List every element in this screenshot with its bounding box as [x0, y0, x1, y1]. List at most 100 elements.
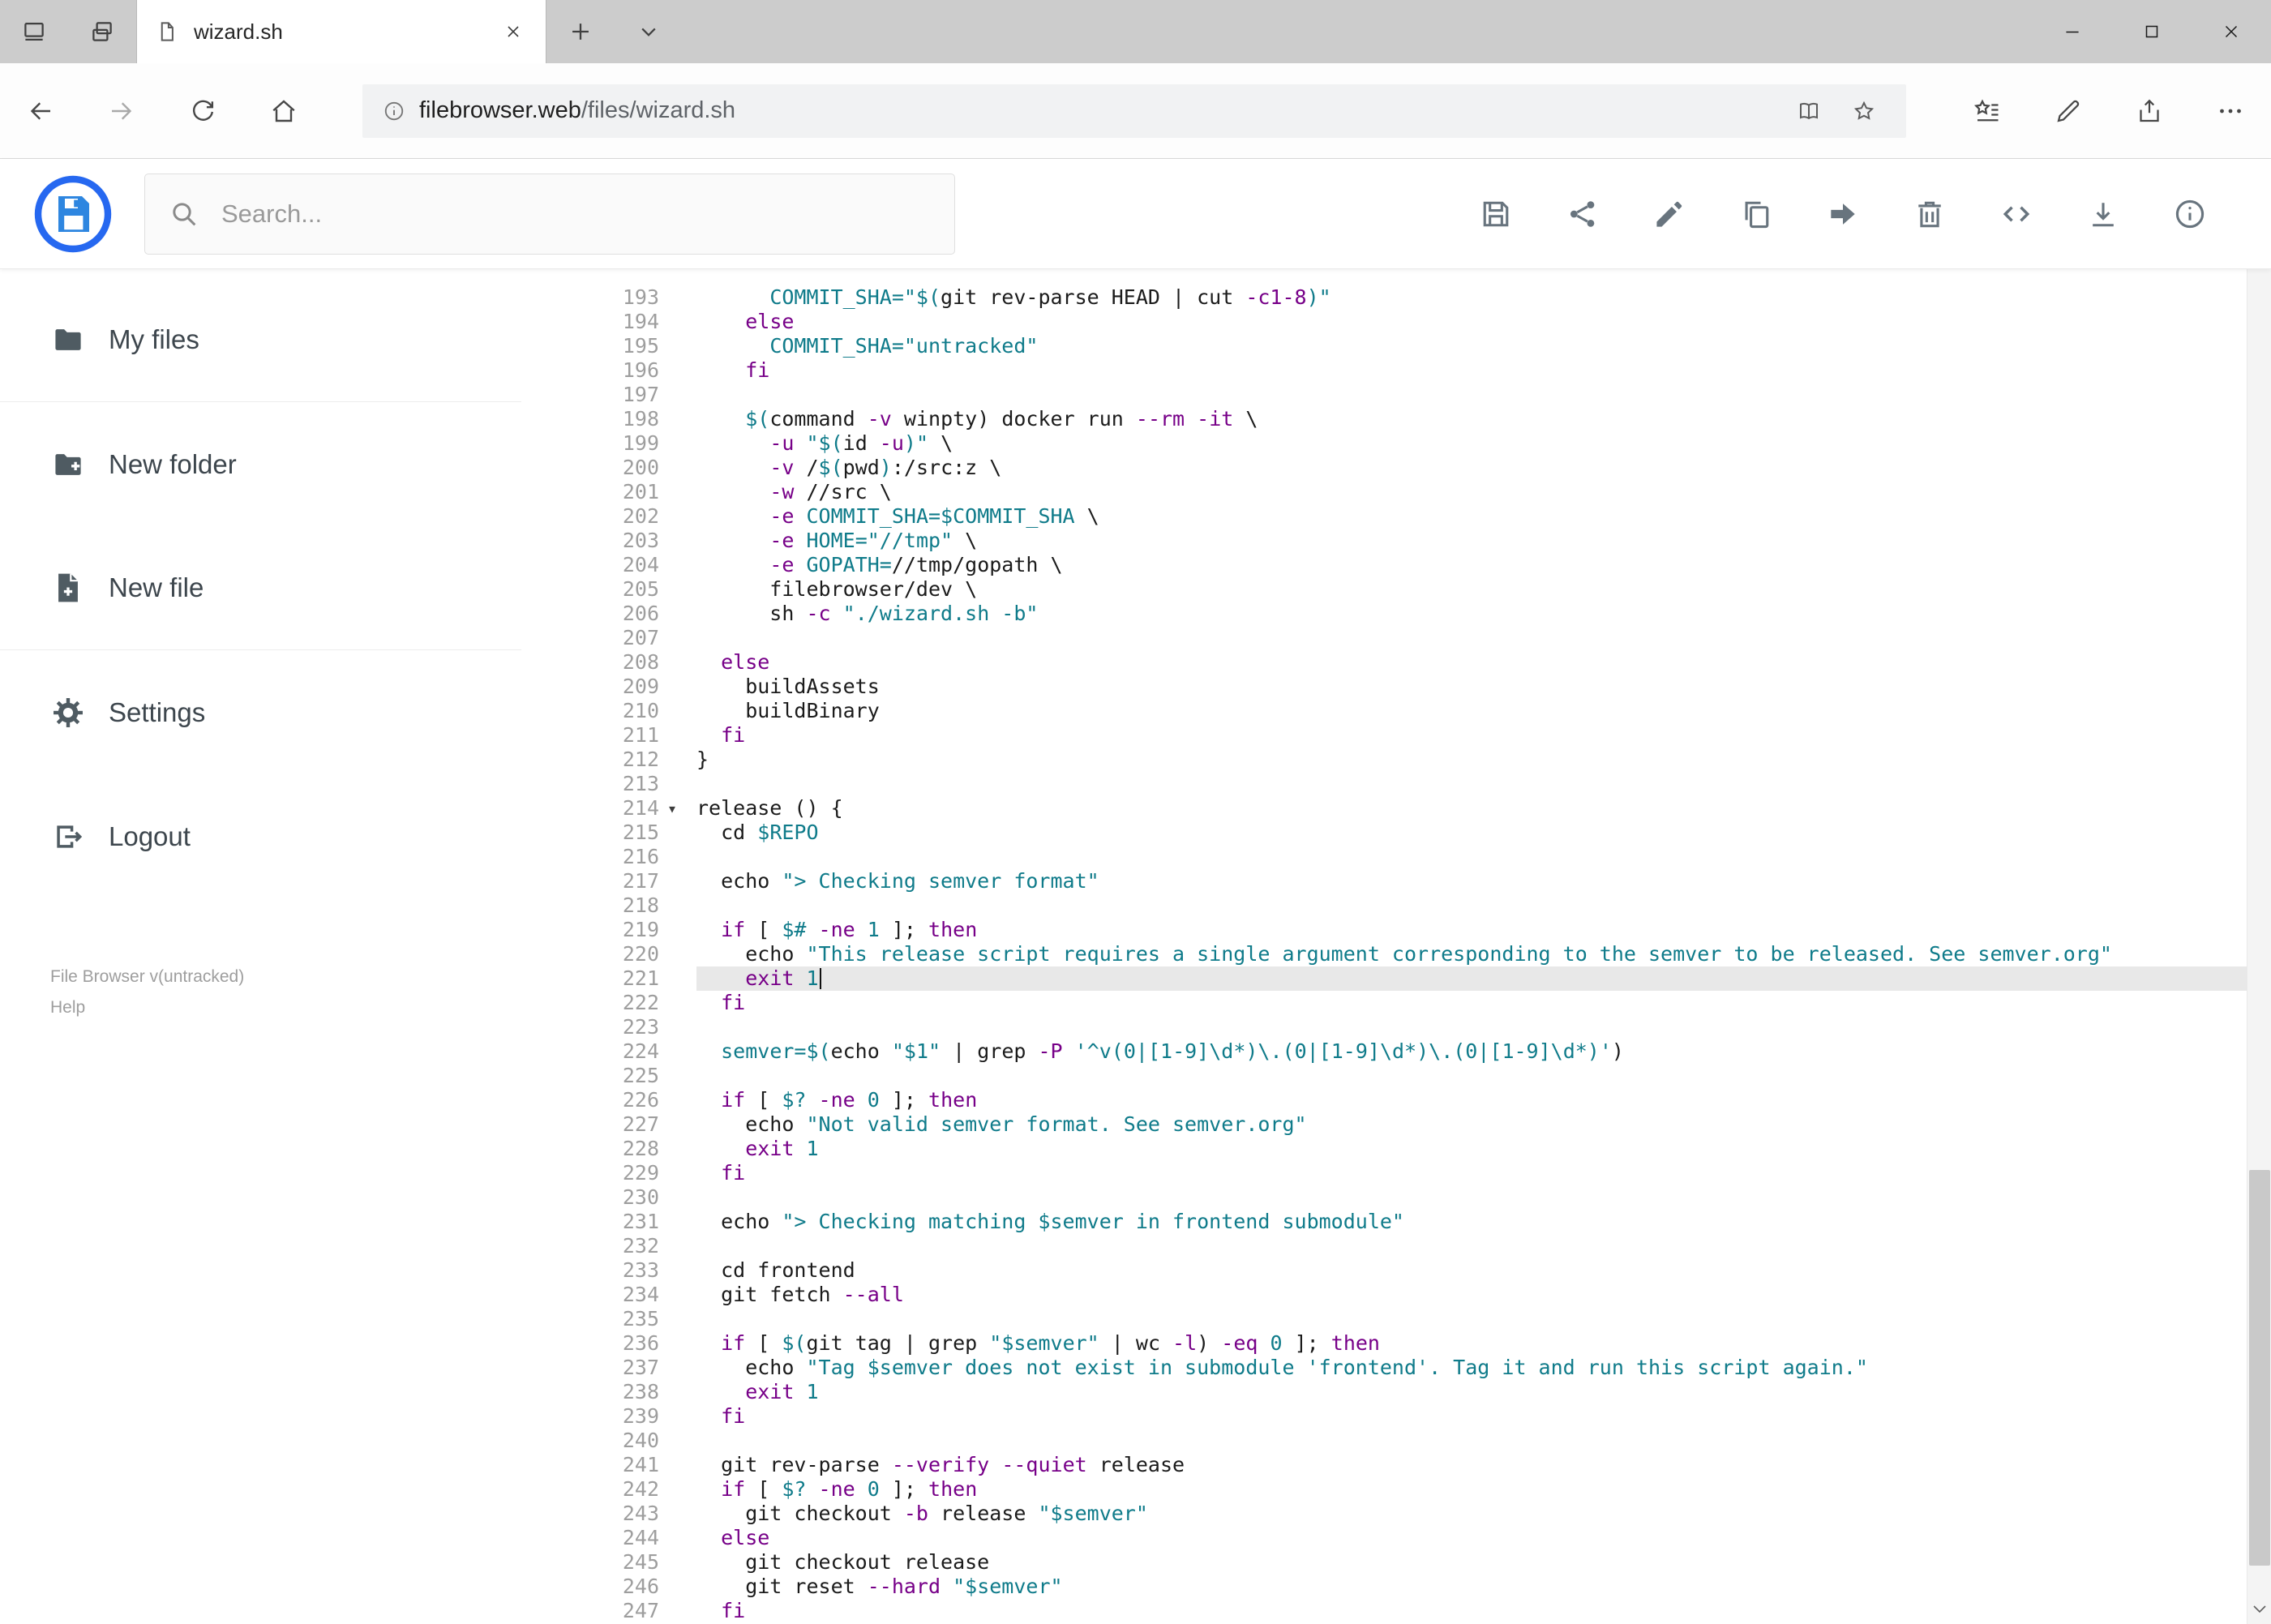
code-line-245[interactable]: 245 git checkout release [521, 1550, 2247, 1575]
delete-trash-button[interactable] [1912, 196, 1947, 232]
browser-tab[interactable]: wizard.sh [136, 0, 546, 63]
code-line-227[interactable]: 227 echo "Not valid semver format. See s… [521, 1112, 2247, 1137]
code-line-241[interactable]: 241 git rev-parse --verify --quiet relea… [521, 1453, 2247, 1477]
code-text[interactable]: git rev-parse --verify --quiet release [696, 1453, 2247, 1477]
sidebar-item-new-file[interactable]: New file [0, 526, 521, 650]
code-line-193[interactable]: 193 COMMIT_SHA="$(git rev-parse HEAD | c… [521, 285, 2247, 310]
code-line-238[interactable]: 238 exit 1 [521, 1380, 2247, 1404]
code-text[interactable] [696, 383, 2247, 407]
code-line-236[interactable]: 236 if [ $(git tag | grep "$semver" | wc… [521, 1331, 2247, 1356]
code-line-204[interactable]: 204 -e GOPATH=//tmp/gopath \ [521, 553, 2247, 577]
code-text[interactable] [696, 1064, 2247, 1088]
raw-code-button[interactable] [1999, 196, 2034, 232]
code-text[interactable]: exit 1 [696, 1380, 2247, 1404]
code-text[interactable]: fi [696, 358, 2247, 383]
code-text[interactable]: echo "Tag $semver does not exist in subm… [696, 1356, 2247, 1380]
code-text[interactable] [696, 1015, 2247, 1039]
code-line-223[interactable]: 223 [521, 1015, 2247, 1039]
code-line-233[interactable]: 233 cd frontend [521, 1258, 2247, 1283]
share-button[interactable] [2109, 63, 2190, 159]
help-link[interactable]: Help [50, 998, 244, 1018]
scroll-down-arrow[interactable] [2247, 1595, 2271, 1624]
code-line-212[interactable]: 212} [521, 748, 2247, 772]
home-button[interactable] [243, 63, 324, 158]
code-line-235[interactable]: 235 [521, 1307, 2247, 1331]
code-text[interactable]: $(command -v winpty) docker run --rm -it… [696, 407, 2247, 431]
code-text[interactable]: echo "> Checking matching $semver in fro… [696, 1210, 2247, 1234]
code-line-220[interactable]: 220 echo "This release script requires a… [521, 942, 2247, 966]
tabs-set-aside-button[interactable] [68, 0, 136, 63]
page-info-icon[interactable] [382, 99, 406, 123]
address-bar[interactable]: filebrowser.web/files/wizard.sh [362, 84, 1906, 138]
move-forward-button[interactable] [1825, 196, 1861, 232]
web-note-pen-button[interactable] [2028, 63, 2109, 159]
code-line-208[interactable]: 208 else [521, 650, 2247, 675]
code-text[interactable]: -e HOME="//tmp" \ [696, 529, 2247, 553]
forward-button[interactable] [81, 63, 162, 158]
code-text[interactable]: COMMIT_SHA="untracked" [696, 334, 2247, 358]
refresh-button[interactable] [162, 63, 243, 158]
page-scrollbar[interactable] [2247, 159, 2271, 1624]
code-line-225[interactable]: 225 [521, 1064, 2247, 1088]
code-text[interactable]: git checkout -b release "$semver" [696, 1502, 2247, 1526]
code-text[interactable]: git reset --hard "$semver" [696, 1575, 2247, 1599]
code-line-237[interactable]: 237 echo "Tag $semver does not exist in … [521, 1356, 2247, 1380]
code-line-216[interactable]: 216 [521, 845, 2247, 869]
code-line-205[interactable]: 205 filebrowser/dev \ [521, 577, 2247, 602]
code-line-210[interactable]: 210 buildBinary [521, 699, 2247, 723]
code-text[interactable]: cd $REPO [696, 821, 2247, 845]
code-line-246[interactable]: 246 git reset --hard "$semver" [521, 1575, 2247, 1599]
code-line-206[interactable]: 206 sh -c "./wizard.sh -b" [521, 602, 2247, 626]
code-text[interactable]: fi [696, 1404, 2247, 1429]
code-line-218[interactable]: 218 [521, 893, 2247, 918]
tab-close-icon[interactable] [499, 17, 528, 46]
code-text[interactable]: if [ $(git tag | grep "$semver" | wc -l)… [696, 1331, 2247, 1356]
code-text[interactable]: filebrowser/dev \ [696, 577, 2247, 602]
code-line-195[interactable]: 195 COMMIT_SHA="untracked" [521, 334, 2247, 358]
code-text[interactable]: if [ $# -ne 1 ]; then [696, 918, 2247, 942]
back-button[interactable] [0, 63, 81, 158]
code-line-201[interactable]: 201 -w //src \ [521, 480, 2247, 504]
code-text[interactable]: -u "$(id -u)" \ [696, 431, 2247, 456]
code-text[interactable]: -e COMMIT_SHA=$COMMIT_SHA \ [696, 504, 2247, 529]
code-line-215[interactable]: 215 cd $REPO [521, 821, 2247, 845]
code-text[interactable]: } [696, 748, 2247, 772]
code-line-211[interactable]: 211 fi [521, 723, 2247, 748]
more-menu-button[interactable] [2190, 63, 2271, 159]
code-text[interactable]: sh -c "./wizard.sh -b" [696, 602, 2247, 626]
code-text[interactable] [696, 626, 2247, 650]
code-line-222[interactable]: 222 fi [521, 991, 2247, 1015]
favorite-star-icon[interactable] [1836, 98, 1892, 124]
code-line-214[interactable]: 214 ▾ release () { [521, 796, 2247, 821]
code-text[interactable] [696, 1185, 2247, 1210]
minimize-button[interactable] [2033, 0, 2112, 63]
code-line-197[interactable]: 197 [521, 383, 2247, 407]
code-text[interactable]: else [696, 650, 2247, 675]
code-text[interactable]: if [ $? -ne 0 ]; then [696, 1088, 2247, 1112]
code-line-231[interactable]: 231 echo "> Checking matching $semver in… [521, 1210, 2247, 1234]
code-line-228[interactable]: 228 exit 1 [521, 1137, 2247, 1161]
scrollbar-thumb[interactable] [2249, 1169, 2270, 1566]
code-line-239[interactable]: 239 fi [521, 1404, 2247, 1429]
code-text[interactable]: fi [696, 723, 2247, 748]
code-text[interactable]: if [ $? -ne 0 ]; then [696, 1477, 2247, 1502]
code-text[interactable]: semver=$(echo "$1" | grep -P '^v(0|[1-9]… [696, 1039, 2247, 1064]
code-text[interactable]: echo "This release script requires a sin… [696, 942, 2247, 966]
code-line-234[interactable]: 234 git fetch --all [521, 1283, 2247, 1307]
sidebar-item-settings[interactable]: Settings [0, 650, 521, 774]
set-tabs-aside-button[interactable] [0, 0, 68, 63]
tab-preview-chevron[interactable] [615, 0, 683, 63]
code-text[interactable]: echo "> Checking semver format" [696, 869, 2247, 893]
code-line-224[interactable]: 224 semver=$(echo "$1" | grep -P '^v(0|[… [521, 1039, 2247, 1064]
code-text[interactable] [696, 772, 2247, 796]
code-text[interactable]: fi [696, 1161, 2247, 1185]
code-line-242[interactable]: 242 if [ $? -ne 0 ]; then [521, 1477, 2247, 1502]
filebrowser-logo[interactable] [34, 175, 112, 253]
code-text[interactable]: exit 1 [696, 1137, 2247, 1161]
share-file-button[interactable] [1565, 196, 1600, 232]
code-text[interactable]: exit 1 [696, 966, 2247, 991]
code-text[interactable]: buildBinary [696, 699, 2247, 723]
sidebar-item-new-folder[interactable]: New folder [0, 402, 521, 526]
search-box[interactable] [144, 173, 955, 255]
code-text[interactable]: git fetch --all [696, 1283, 2247, 1307]
